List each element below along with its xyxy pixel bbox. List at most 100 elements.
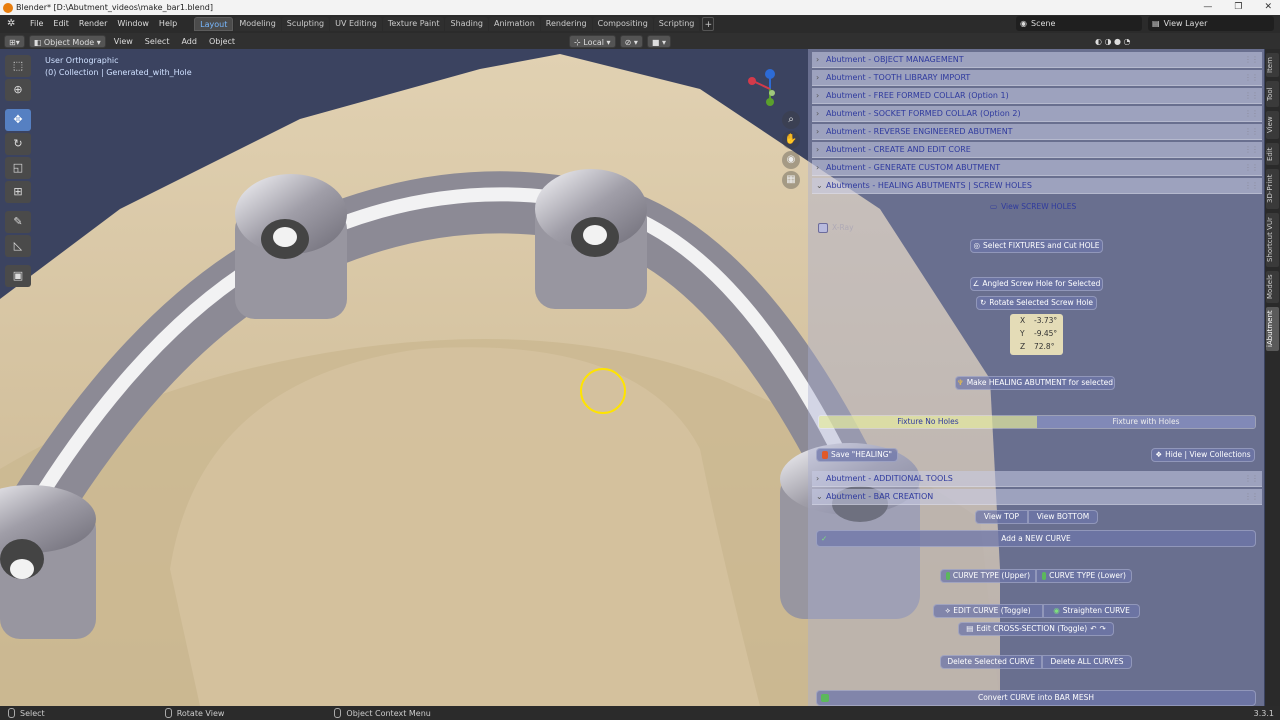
- zoom-view-icon[interactable]: ⌕: [782, 111, 800, 129]
- edit-cross-section-toggle-button[interactable]: ▤ Edit CROSS-SECTION (Toggle) ↶ ↷: [958, 622, 1114, 636]
- curve-type-lower-button[interactable]: CURVE TYPE (Lower): [1036, 569, 1132, 583]
- delete-all-curves-button[interactable]: Delete ALL CURVES: [1042, 655, 1132, 669]
- tab-layout[interactable]: Layout: [194, 17, 234, 31]
- navigation-gizmo[interactable]: [745, 67, 785, 109]
- drag-grip-icon[interactable]: ⋮⋮: [1244, 106, 1259, 122]
- drag-grip-icon[interactable]: ⋮⋮: [1244, 160, 1259, 176]
- ortho-grid-icon[interactable]: ▦: [782, 171, 800, 189]
- rotate-tool-icon[interactable]: ↻: [5, 133, 31, 155]
- maximize-button[interactable]: ❐: [1234, 0, 1242, 15]
- blender-logo-icon[interactable]: ✲: [7, 18, 19, 30]
- convert-curve-bar-mesh-button[interactable]: Convert CURVE into BAR MESH: [816, 690, 1256, 706]
- add-cube-tool-icon[interactable]: ▣: [5, 265, 31, 287]
- add-workspace-button[interactable]: +: [702, 17, 715, 31]
- tab-compositing[interactable]: Compositing: [592, 17, 653, 31]
- screw-rotation-readout[interactable]: X -3.73° Y -9.45° Z 72.8°: [1010, 314, 1063, 355]
- view-top-button[interactable]: View TOP: [975, 510, 1028, 524]
- tab-sculpting[interactable]: Sculpting: [281, 17, 330, 31]
- view-bottom-button[interactable]: View BOTTOM: [1028, 510, 1098, 524]
- drag-grip-icon[interactable]: ⋮⋮: [1244, 489, 1259, 505]
- tab-modeling[interactable]: Modeling: [234, 17, 281, 31]
- rotation-y-value[interactable]: -9.45°: [1034, 329, 1057, 338]
- panel-create-edit-core[interactable]: › Abutment - CREATE AND EDIT CORE ⋮⋮: [812, 142, 1262, 158]
- snap-toggle-icon[interactable]: ⊘ ▾: [619, 34, 643, 48]
- make-healing-abutment-button[interactable]: ♆ Make HEALING ABUTMENT for selected: [955, 376, 1115, 390]
- panel-object-management[interactable]: › Abutment - OBJECT MANAGEMENT ⋮⋮: [812, 52, 1262, 68]
- mode-select[interactable]: ◧ Object Mode ▾: [28, 34, 106, 48]
- viewport-shading-icons[interactable]: ◐ ◑ ● ◔: [1091, 35, 1135, 48]
- tab-scripting[interactable]: Scripting: [653, 17, 700, 31]
- edit-curve-toggle-button[interactable]: ⟡ EDIT CURVE (Toggle): [933, 604, 1043, 618]
- hide-view-collections-button[interactable]: ❖ Hide | View Collections: [1151, 448, 1255, 462]
- header-menu-view[interactable]: View: [110, 35, 137, 48]
- save-healing-button[interactable]: Save "HEALING": [816, 448, 898, 462]
- side-tab-models[interactable]: Models: [1266, 271, 1279, 303]
- side-tab-iabutment[interactable]: iAbutment: [1266, 307, 1279, 351]
- side-tab-tool[interactable]: Tool: [1266, 81, 1279, 107]
- select-box-tool-icon[interactable]: ⬚: [5, 55, 31, 77]
- rotation-x-value[interactable]: -3.73°: [1034, 316, 1057, 325]
- side-tab-item[interactable]: Item: [1266, 53, 1279, 77]
- 3d-viewport[interactable]: User Orthographic (0) Collection | Gener…: [0, 49, 1280, 706]
- rotation-z-value[interactable]: 72.8°: [1034, 342, 1054, 351]
- header-menu-select[interactable]: Select: [141, 35, 174, 48]
- angled-screw-hole-button[interactable]: ∠ Angled Screw Hole for Selected: [970, 277, 1103, 291]
- delete-selected-curve-button[interactable]: Delete Selected CURVE: [940, 655, 1042, 669]
- cursor-tool-icon[interactable]: ⊕: [5, 79, 31, 101]
- move-tool-icon[interactable]: ✥: [5, 109, 31, 131]
- panel-healing-abutments[interactable]: ⌄ Abutments - HEALING ABUTMENTS | SCREW H…: [812, 178, 1262, 194]
- menu-window[interactable]: Window: [112, 15, 154, 33]
- side-tab-view[interactable]: View: [1266, 111, 1279, 139]
- drag-grip-icon[interactable]: ⋮⋮: [1244, 178, 1259, 194]
- view-layer-selector[interactable]: ▤ View Layer: [1148, 16, 1274, 31]
- redo-icon[interactable]: ↷: [1099, 622, 1105, 636]
- select-fixtures-cut-hole-button[interactable]: ◎ Select FIXTURES and Cut HOLE: [970, 239, 1103, 253]
- pan-view-icon[interactable]: ✋: [782, 131, 800, 149]
- panel-socket-formed-collar[interactable]: › Abutment - SOCKET FORMED COLLAR (Option…: [812, 106, 1262, 122]
- side-tab-3d-print[interactable]: 3D-Print: [1266, 169, 1279, 209]
- drag-grip-icon[interactable]: ⋮⋮: [1244, 124, 1259, 140]
- drag-grip-icon[interactable]: ⋮⋮: [1244, 70, 1259, 86]
- panel-bar-creation[interactable]: ⌄ Abutment - BAR CREATION ⋮⋮: [812, 489, 1262, 505]
- rotate-screw-hole-button[interactable]: ↻ Rotate Selected Screw Hole: [976, 296, 1097, 310]
- add-new-curve-button[interactable]: ✓ Add a NEW CURVE: [816, 530, 1256, 547]
- panel-additional-tools[interactable]: › Abutment - ADDITIONAL TOOLS ⋮⋮: [812, 471, 1262, 487]
- drag-grip-icon[interactable]: ⋮⋮: [1244, 52, 1259, 68]
- curve-type-upper-button[interactable]: CURVE TYPE (Upper): [940, 569, 1036, 583]
- view-screw-holes-button[interactable]: ▭ View SCREW HOLES: [990, 200, 1076, 214]
- tab-uv-editing[interactable]: UV Editing: [330, 17, 382, 31]
- menu-help[interactable]: Help: [154, 15, 182, 33]
- menu-edit[interactable]: Edit: [48, 15, 74, 33]
- panel-free-formed-collar[interactable]: › Abutment - FREE FORMED COLLAR (Option 1…: [812, 88, 1262, 104]
- side-tab-shortcut[interactable]: Shortcut VUr: [1266, 213, 1279, 267]
- tab-texture-paint[interactable]: Texture Paint: [382, 17, 445, 31]
- measure-tool-icon[interactable]: ◺: [5, 235, 31, 257]
- panel-reverse-engineered[interactable]: › Abutment - REVERSE ENGINEERED ABUTMENT ⋮…: [812, 124, 1262, 140]
- minimize-button[interactable]: —: [1203, 0, 1212, 15]
- header-menu-add[interactable]: Add: [177, 35, 201, 48]
- straighten-curve-button[interactable]: ◉ Straighten CURVE: [1043, 604, 1140, 618]
- panel-tooth-library[interactable]: › Abutment - TOOTH LIBRARY IMPORT ⋮⋮: [812, 70, 1262, 86]
- close-button[interactable]: ✕: [1264, 0, 1272, 15]
- proportional-edit-icon[interactable]: ■ ▾: [646, 34, 671, 48]
- menu-render[interactable]: Render: [74, 15, 112, 33]
- tab-rendering[interactable]: Rendering: [540, 17, 592, 31]
- scale-tool-icon[interactable]: ◱: [5, 157, 31, 179]
- undo-icon[interactable]: ↶: [1090, 622, 1096, 636]
- side-tab-edit[interactable]: Edit: [1266, 143, 1279, 165]
- tab-animation[interactable]: Animation: [488, 17, 540, 31]
- drag-grip-icon[interactable]: ⋮⋮: [1244, 88, 1259, 104]
- drag-grip-icon[interactable]: ⋮⋮: [1244, 471, 1259, 487]
- scene-selector[interactable]: ◉ Scene: [1016, 16, 1142, 31]
- editor-type-icon[interactable]: ⊞▾: [4, 34, 25, 48]
- fixture-with-holes-tab[interactable]: Fixture with Holes: [1037, 416, 1255, 428]
- fixture-no-holes-tab[interactable]: Fixture No Holes: [819, 416, 1037, 428]
- annotate-tool-icon[interactable]: ✎: [5, 211, 31, 233]
- header-menu-object[interactable]: Object: [205, 35, 239, 48]
- menu-file[interactable]: File: [25, 15, 48, 33]
- xray-checkbox[interactable]: [818, 223, 828, 233]
- drag-grip-icon[interactable]: ⋮⋮: [1244, 142, 1259, 158]
- camera-view-icon[interactable]: ◉: [782, 151, 800, 169]
- tab-shading[interactable]: Shading: [445, 17, 488, 31]
- transform-tool-icon[interactable]: ⊞: [5, 181, 31, 203]
